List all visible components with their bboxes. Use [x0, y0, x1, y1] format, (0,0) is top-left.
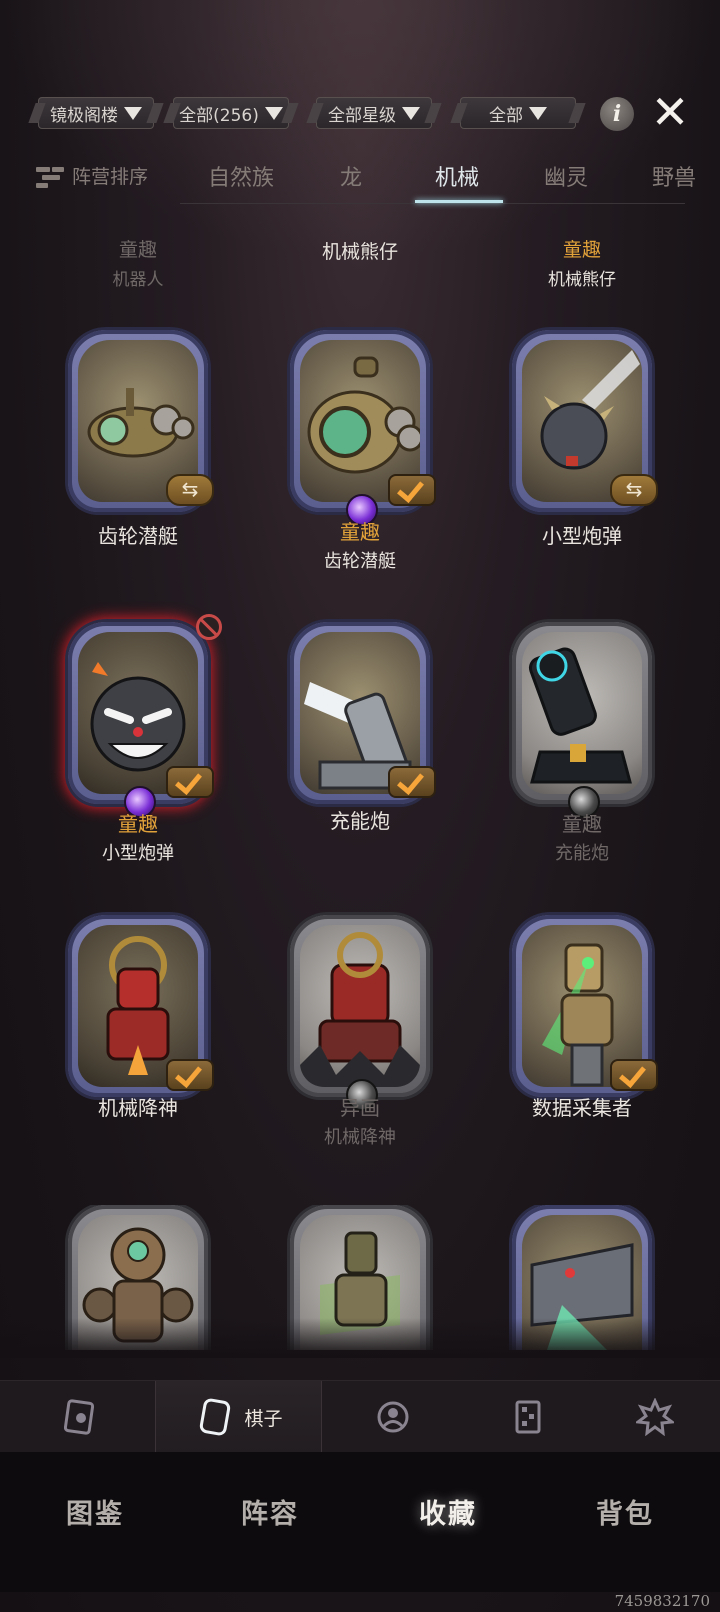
piece-card[interactable]: ⇆ — [68, 330, 214, 512]
faction-sort-button[interactable]: 阵营排序 — [36, 162, 148, 189]
card-caption-title: 童趣 — [340, 520, 380, 544]
card-caption-title: 小型炮弹 — [542, 524, 622, 548]
burst-icon — [636, 1398, 674, 1436]
swap-icon: ⇆ — [166, 474, 214, 506]
bottom-nav: 图鉴 阵容 收藏 背包 — [0, 1452, 720, 1592]
card-caption-title: 童趣 — [118, 812, 158, 836]
piece-portrait — [522, 632, 642, 794]
avatar-icon — [377, 1401, 408, 1433]
nav-collection[interactable]: 收藏 — [358, 1492, 538, 1531]
tab-divider — [180, 203, 685, 204]
card-caption-title: 机械降神 — [98, 1096, 178, 1120]
subnav-avatar[interactable] — [320, 1381, 465, 1453]
tab-ghost[interactable]: 幽灵 — [544, 160, 588, 192]
piece-portrait — [300, 925, 420, 1087]
card-caption-title: 童趣 — [562, 239, 601, 261]
card-back-icon — [63, 1399, 94, 1435]
filter-star-label: 全部星级 — [328, 105, 396, 126]
owned-check-icon — [388, 766, 436, 798]
subnav-board[interactable] — [465, 1381, 590, 1453]
scroll-fade — [0, 1318, 720, 1358]
piece-card[interactable] — [68, 614, 222, 818]
piece-card[interactable] — [512, 622, 652, 818]
nav-codex[interactable]: 图鉴 — [5, 1492, 185, 1531]
piece-card-icon — [200, 1398, 231, 1436]
card-caption-subtitle: 小型炮弹 — [102, 843, 174, 864]
owned-check-icon — [610, 1059, 658, 1091]
owned-check-icon — [388, 474, 436, 506]
card-caption-title: 数据采集者 — [532, 1096, 632, 1120]
chevron-down-icon — [402, 106, 420, 120]
subnav-card-back[interactable] — [0, 1381, 155, 1453]
tab-dragon[interactable]: 龙 — [340, 160, 362, 192]
piece-card[interactable]: ⇆ — [512, 330, 658, 512]
card-caption-subtitle: 充能炮 — [555, 843, 609, 864]
swap-icon: ⇆ — [610, 474, 658, 506]
nav-lineup[interactable]: 阵容 — [180, 1492, 360, 1531]
subnav-pieces-label: 棋子 — [244, 1407, 283, 1430]
filter-star[interactable]: 全部星级 — [316, 97, 432, 129]
filter-map-label: 镜极阁楼 — [50, 105, 118, 126]
charge-cannon-skin-art — [528, 647, 632, 784]
subnav-pieces[interactable]: 棋子 — [155, 1381, 322, 1453]
faction-sort-label: 阵营排序 — [72, 166, 149, 188]
tab-beast[interactable]: 野兽 — [652, 160, 696, 192]
card-caption-title: 机械熊仔 — [321, 241, 398, 263]
info-icon[interactable]: i — [600, 97, 634, 131]
card-caption-subtitle: 机械降神 — [324, 1127, 396, 1148]
faction-tabs: 阵营排序 自然族 龙 机械 幽灵 野兽 — [0, 160, 720, 204]
filter-all-count-label: 全部(256) — [179, 105, 259, 126]
sub-nav: 棋子 — [0, 1380, 720, 1453]
piece-card[interactable] — [290, 915, 430, 1111]
card-caption-title: 齿轮潜艇 — [98, 524, 178, 548]
board-icon — [515, 1400, 540, 1434]
piece-card[interactable] — [290, 622, 436, 804]
chevron-down-icon — [529, 106, 547, 120]
filter-map[interactable]: 镜极阁楼 — [38, 97, 154, 129]
card-caption-title: 异画 — [340, 1096, 380, 1120]
deus-ex-machina-alt-art — [300, 932, 420, 1087]
subnav-effects[interactable] — [590, 1381, 720, 1453]
piece-card[interactable] — [68, 915, 214, 1097]
card-caption-subtitle: 机器人 — [112, 270, 164, 290]
tab-mech[interactable]: 机械 — [435, 160, 479, 192]
owned-check-icon — [166, 766, 214, 798]
piece-card[interactable] — [512, 915, 658, 1097]
nav-backpack[interactable]: 背包 — [535, 1492, 715, 1531]
piece-card[interactable] — [290, 330, 436, 526]
close-icon[interactable]: ✕ — [650, 89, 690, 135]
card-caption-subtitle: 齿轮潜艇 — [324, 551, 396, 572]
ban-icon — [196, 614, 222, 640]
card-caption-title: 充能炮 — [330, 809, 390, 833]
chevron-down-icon — [264, 106, 283, 120]
card-caption-title: 童趣 — [562, 812, 602, 836]
chevron-down-icon — [124, 106, 142, 120]
filter-all[interactable]: 全部 — [460, 97, 576, 129]
filter-all-label: 全部 — [489, 105, 523, 126]
sort-icon — [36, 165, 66, 188]
owned-check-icon — [166, 1059, 214, 1091]
card-caption-title: 童趣 — [118, 239, 157, 261]
footer-id: 7459832170 — [614, 1592, 710, 1610]
card-caption-subtitle: 机械熊仔 — [548, 270, 616, 290]
tab-nature[interactable]: 自然族 — [208, 160, 274, 192]
tab-active-indicator — [415, 200, 503, 203]
filter-all-count[interactable]: 全部(256) — [173, 97, 289, 129]
